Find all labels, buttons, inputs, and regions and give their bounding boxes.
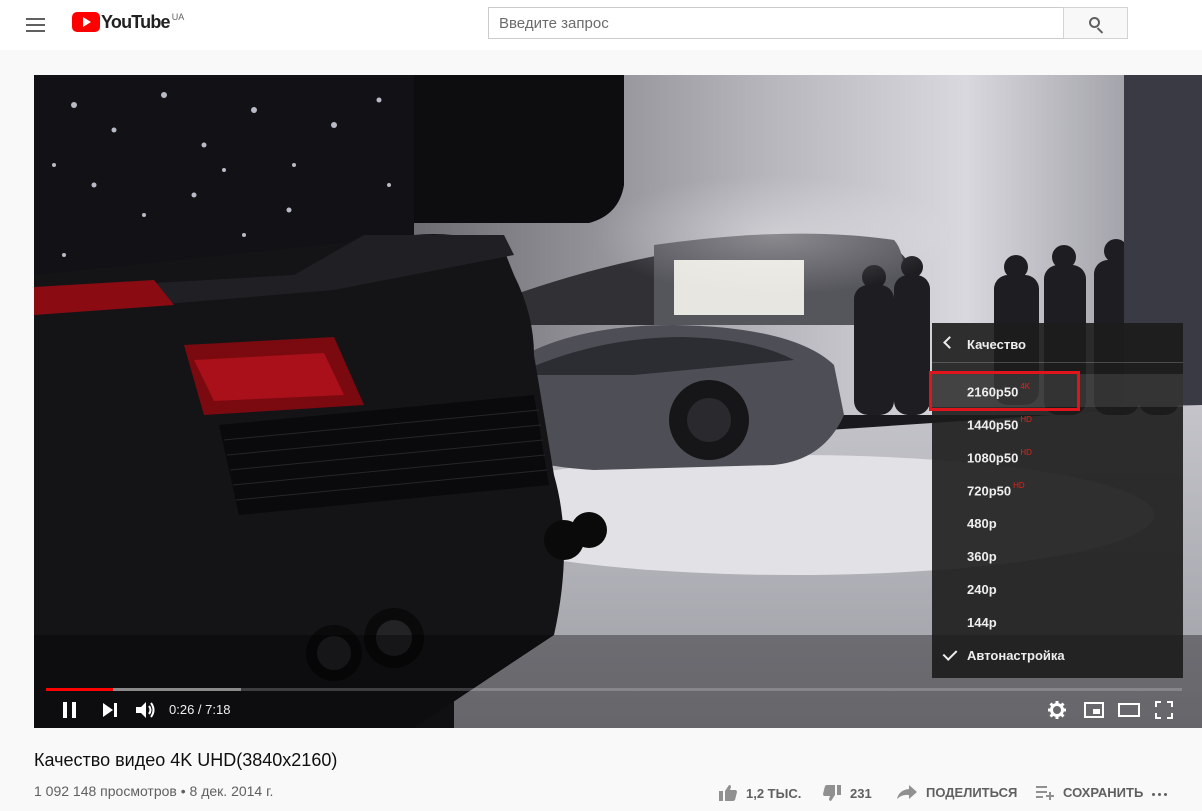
guide-menu-icon[interactable]	[24, 13, 48, 37]
video-title: Качество видео 4K UHD(3840x2160)	[34, 750, 338, 770]
next-video-icon[interactable]	[101, 702, 119, 718]
quality-option-144p[interactable]: 144p	[932, 605, 1183, 638]
fullscreen-icon[interactable]	[1155, 701, 1173, 719]
like-count: 1,2 ТЫС.	[746, 785, 802, 801]
chevron-left-icon	[943, 336, 956, 349]
logo-text: YouTube	[101, 12, 171, 32]
video-meta: 1 092 148 просмотров • 8 дек. 2014 г.	[34, 783, 274, 799]
pause-icon[interactable]	[62, 701, 78, 719]
search-input[interactable]	[488, 7, 1063, 39]
quality-menu-back-button[interactable]: Качество	[932, 323, 1183, 363]
settings-gear-icon[interactable]	[1048, 701, 1066, 719]
save-button[interactable]: СОХРАНИТЬ	[1035, 784, 1143, 800]
video-player[interactable]: Качество 2160p50 4K 1440p50 HD 1080p50 HD 7…	[34, 75, 1202, 728]
quality-option-1440p50[interactable]: 1440p50 HD	[932, 407, 1183, 440]
miniplayer-icon[interactable]	[1084, 702, 1104, 718]
volume-icon[interactable]	[135, 700, 157, 720]
quality-option-360p[interactable]: 360p	[932, 539, 1183, 572]
quality-settings-menu: Качество 2160p50 4K 1440p50 HD 1080p50 HD 7…	[929, 323, 1183, 678]
youtube-play-icon	[72, 12, 100, 32]
share-arrow-icon	[897, 785, 917, 799]
logo-country-code: UA	[171, 12, 185, 22]
quality-badge: HD	[1020, 415, 1032, 424]
quality-option-1080p50[interactable]: 1080p50 HD	[932, 440, 1183, 473]
quality-option-480p[interactable]: 480p	[932, 506, 1183, 539]
quality-badge: 4K	[1020, 382, 1031, 391]
share-label: ПОДЕЛИТЬСЯ	[926, 784, 1018, 800]
thumbs-down-icon	[823, 785, 841, 801]
dislike-count: 231	[850, 785, 872, 801]
add-to-playlist-icon	[1036, 786, 1054, 800]
quality-option-240p[interactable]: 240p	[932, 572, 1183, 605]
masthead: YouTube UA	[0, 0, 1202, 50]
like-button[interactable]: 1,2 ТЫС.	[718, 784, 801, 802]
dislike-button[interactable]: 231	[822, 784, 872, 802]
quality-menu-title: Качество	[967, 337, 1026, 352]
thumbs-up-icon	[719, 785, 737, 801]
quality-option-2160p50[interactable]: 2160p50 4K	[929, 371, 1183, 411]
time-display: 0:26 / 7:18	[169, 702, 231, 717]
save-label: СОХРАНИТЬ	[1063, 784, 1144, 800]
quality-badge: HD	[1013, 481, 1025, 490]
theater-mode-icon[interactable]	[1118, 703, 1140, 717]
checkmark-icon	[942, 646, 958, 661]
quality-option-auto[interactable]: Автонастройка	[932, 638, 1183, 671]
progress-bar[interactable]	[46, 688, 1182, 691]
more-actions-icon[interactable]	[1152, 793, 1167, 796]
search-icon	[1089, 17, 1100, 28]
quality-option-720p50[interactable]: 720p50 HD	[932, 473, 1183, 506]
quality-badge: HD	[1020, 448, 1032, 457]
share-button[interactable]: ПОДЕЛИТЬСЯ	[896, 784, 1017, 800]
youtube-logo[interactable]: YouTube UA	[72, 12, 184, 34]
played-bar	[46, 688, 114, 691]
search-button[interactable]	[1063, 7, 1128, 39]
